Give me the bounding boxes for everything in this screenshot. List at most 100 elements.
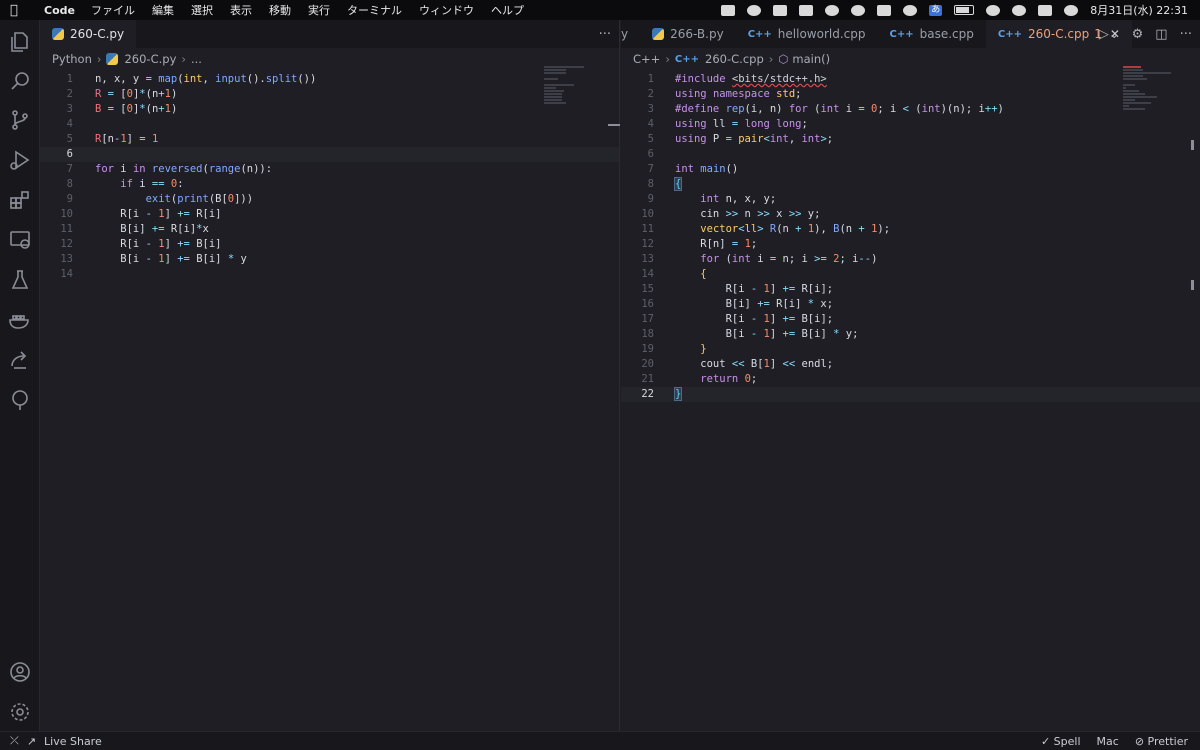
apple-menu-icon[interactable]: 	[10, 3, 32, 18]
wifi-icon[interactable]	[986, 4, 1001, 16]
input-method-icon[interactable]: あ	[929, 4, 943, 16]
bluetooth-icon[interactable]	[903, 4, 918, 16]
code-line[interactable]: 22}	[621, 387, 1200, 402]
code-line[interactable]: 10 R[i - 1] += R[i]	[40, 207, 619, 222]
tab-helloworld-cpp[interactable]: C++ helloworld.cpp	[736, 20, 878, 48]
chatgpt-tray-icon[interactable]	[851, 4, 866, 16]
source-control-icon[interactable]	[8, 108, 32, 132]
menu-window[interactable]: ウィンドウ	[419, 2, 474, 18]
code-line[interactable]: 11 B[i] += R[i]*x	[40, 222, 619, 237]
tab-truncated[interactable]: y	[621, 20, 640, 48]
spotlight-search-icon[interactable]	[1012, 4, 1027, 16]
battery-icon[interactable]	[954, 5, 975, 15]
notes-tray-icon[interactable]	[799, 4, 814, 16]
code-line[interactable]: 14	[40, 267, 619, 282]
app-tray-icon[interactable]	[747, 4, 762, 16]
code-line[interactable]: 21 return 0;	[621, 372, 1200, 387]
menu-terminal[interactable]: ターミナル	[347, 2, 402, 18]
minimap[interactable]	[544, 66, 612, 126]
search-icon[interactable]	[8, 69, 32, 93]
remote-explorer-icon[interactable]	[8, 228, 32, 252]
code-line[interactable]: 12 R[n] = 1;	[621, 237, 1200, 252]
code-line[interactable]: 18 B[i - 1] += B[i] * y;	[621, 327, 1200, 342]
zoom-icon[interactable]	[721, 4, 736, 16]
menu-run[interactable]: 実行	[308, 2, 330, 18]
explorer-icon[interactable]	[8, 30, 32, 54]
code-line[interactable]: 19 }	[621, 342, 1200, 357]
run-debug-icon[interactable]	[8, 148, 32, 172]
minimap[interactable]	[1123, 66, 1191, 126]
spell-check-button[interactable]: ✓ Spell	[1041, 735, 1081, 748]
extensions-icon[interactable]	[8, 188, 32, 212]
tab-266-b-py[interactable]: 266-B.py	[640, 20, 736, 48]
code-line[interactable]: 5 using P = pair<int, int>;	[621, 132, 1200, 147]
code-line[interactable]: 3 B = [0]*(n+1)	[40, 102, 619, 117]
code-line[interactable]: 16 B[i] += R[i] * x;	[621, 297, 1200, 312]
split-editor-icon[interactable]: ◫	[1155, 27, 1167, 42]
code-line[interactable]: 1 n, x, y = map(int, input().split())	[40, 72, 619, 87]
code-line[interactable]: 3 #define rep(i, n) for (int i = 0; i < (…	[621, 102, 1200, 117]
code-line[interactable]: 7 for i in reversed(range(n)):	[40, 162, 619, 177]
code-line[interactable]: 11 vector<ll> R(n + 1), B(n + 1);	[621, 222, 1200, 237]
breadcrumb-item[interactable]: 260-C.cpp	[705, 52, 764, 66]
code-line[interactable]: 13 B[i - 1] += B[i] * y	[40, 252, 619, 267]
live-share-button[interactable]: Live Share	[44, 735, 102, 748]
sync-tray-icon[interactable]	[825, 4, 840, 16]
code-line[interactable]: 4 using ll = long long;	[621, 117, 1200, 132]
tab-base-cpp[interactable]: C++ base.cpp	[877, 20, 985, 48]
breadcrumb-item[interactable]: main()	[792, 52, 830, 66]
menu-view[interactable]: 表示	[230, 2, 252, 18]
breadcrumb-item[interactable]: ...	[191, 52, 202, 66]
breadcrumb-item[interactable]: C++	[633, 52, 660, 66]
code-line[interactable]: 2 using namespace std;	[621, 87, 1200, 102]
code-line[interactable]: 13 for (int i = n; i >= 2; i--)	[621, 252, 1200, 267]
breadcrumb-item[interactable]: 260-C.py	[124, 52, 176, 66]
more-actions-icon[interactable]: ···	[599, 27, 611, 42]
code-line[interactable]: 15 R[i - 1] += R[i];	[621, 282, 1200, 297]
code-line[interactable]: 6	[621, 147, 1200, 162]
account-icon[interactable]	[8, 660, 32, 684]
menubar-clock[interactable]: 8月31日(水) 22:31	[1090, 2, 1188, 18]
code-line[interactable]: 2 R = [0]*(n+1)	[40, 87, 619, 102]
control-center-icon[interactable]	[1038, 4, 1053, 16]
code-editor[interactable]: 1 n, x, y = map(int, input().split()) 2 R =…	[40, 72, 619, 282]
tab-260-c-py[interactable]: 260-C.py	[40, 20, 137, 48]
app-menu[interactable]: Code	[44, 4, 75, 17]
code-editor[interactable]: 1 #include <bits/stdc++.h> 2 using namespac…	[621, 72, 1200, 402]
tree-icon[interactable]	[8, 388, 32, 412]
code-line[interactable]: 10 cin >> n >> x >> y;	[621, 207, 1200, 222]
code-line[interactable]: 8 if i == 0:	[40, 177, 619, 192]
code-line[interactable]: 20 cout << B[1] << endl;	[621, 357, 1200, 372]
code-line[interactable]: 8{	[621, 177, 1200, 192]
settings-gear-icon[interactable]	[8, 700, 32, 724]
run-code-icon[interactable]: ▷⌄	[1099, 27, 1120, 42]
prettier-button[interactable]: ⊘ Prettier	[1135, 735, 1188, 748]
more-actions-icon[interactable]: ···	[1180, 27, 1192, 42]
code-line[interactable]: 14 {	[621, 267, 1200, 282]
sidebar-tray-icon[interactable]	[773, 4, 788, 16]
code-line[interactable]: 12 R[i - 1] += B[i]	[40, 237, 619, 252]
menu-selection[interactable]: 選択	[191, 2, 213, 18]
settings-gear-icon[interactable]: ⚙	[1132, 27, 1144, 42]
menu-go[interactable]: 移動	[269, 2, 291, 18]
code-line[interactable]: 4	[40, 117, 619, 132]
menu-edit[interactable]: 編集	[152, 2, 174, 18]
code-line[interactable]: 17 R[i - 1] += B[i];	[621, 312, 1200, 327]
docker-icon[interactable]	[8, 308, 32, 332]
breadcrumb-item[interactable]: Python	[52, 52, 92, 66]
menu-file[interactable]: ファイル	[91, 2, 135, 18]
code-line[interactable]: 9 exit(print(B[0]))	[40, 192, 619, 207]
siri-icon[interactable]	[1064, 4, 1079, 16]
remote-indicator-icon[interactable]: ⤫	[10, 734, 19, 748]
code-line[interactable]: 7 int main()	[621, 162, 1200, 177]
code-line[interactable]: 9 int n, x, y;	[621, 192, 1200, 207]
code-line[interactable]: 1 #include <bits/stdc++.h>	[621, 72, 1200, 87]
testing-icon[interactable]	[8, 268, 32, 292]
live-share-icon[interactable]	[8, 348, 32, 372]
code-line[interactable]: 6	[40, 147, 619, 162]
code-line[interactable]: 5 R[n-1] = 1	[40, 132, 619, 147]
runcat-tray-icon[interactable]	[877, 4, 892, 16]
menu-help[interactable]: ヘルプ	[491, 2, 524, 18]
end-of-line-button[interactable]: Mac	[1097, 735, 1119, 748]
